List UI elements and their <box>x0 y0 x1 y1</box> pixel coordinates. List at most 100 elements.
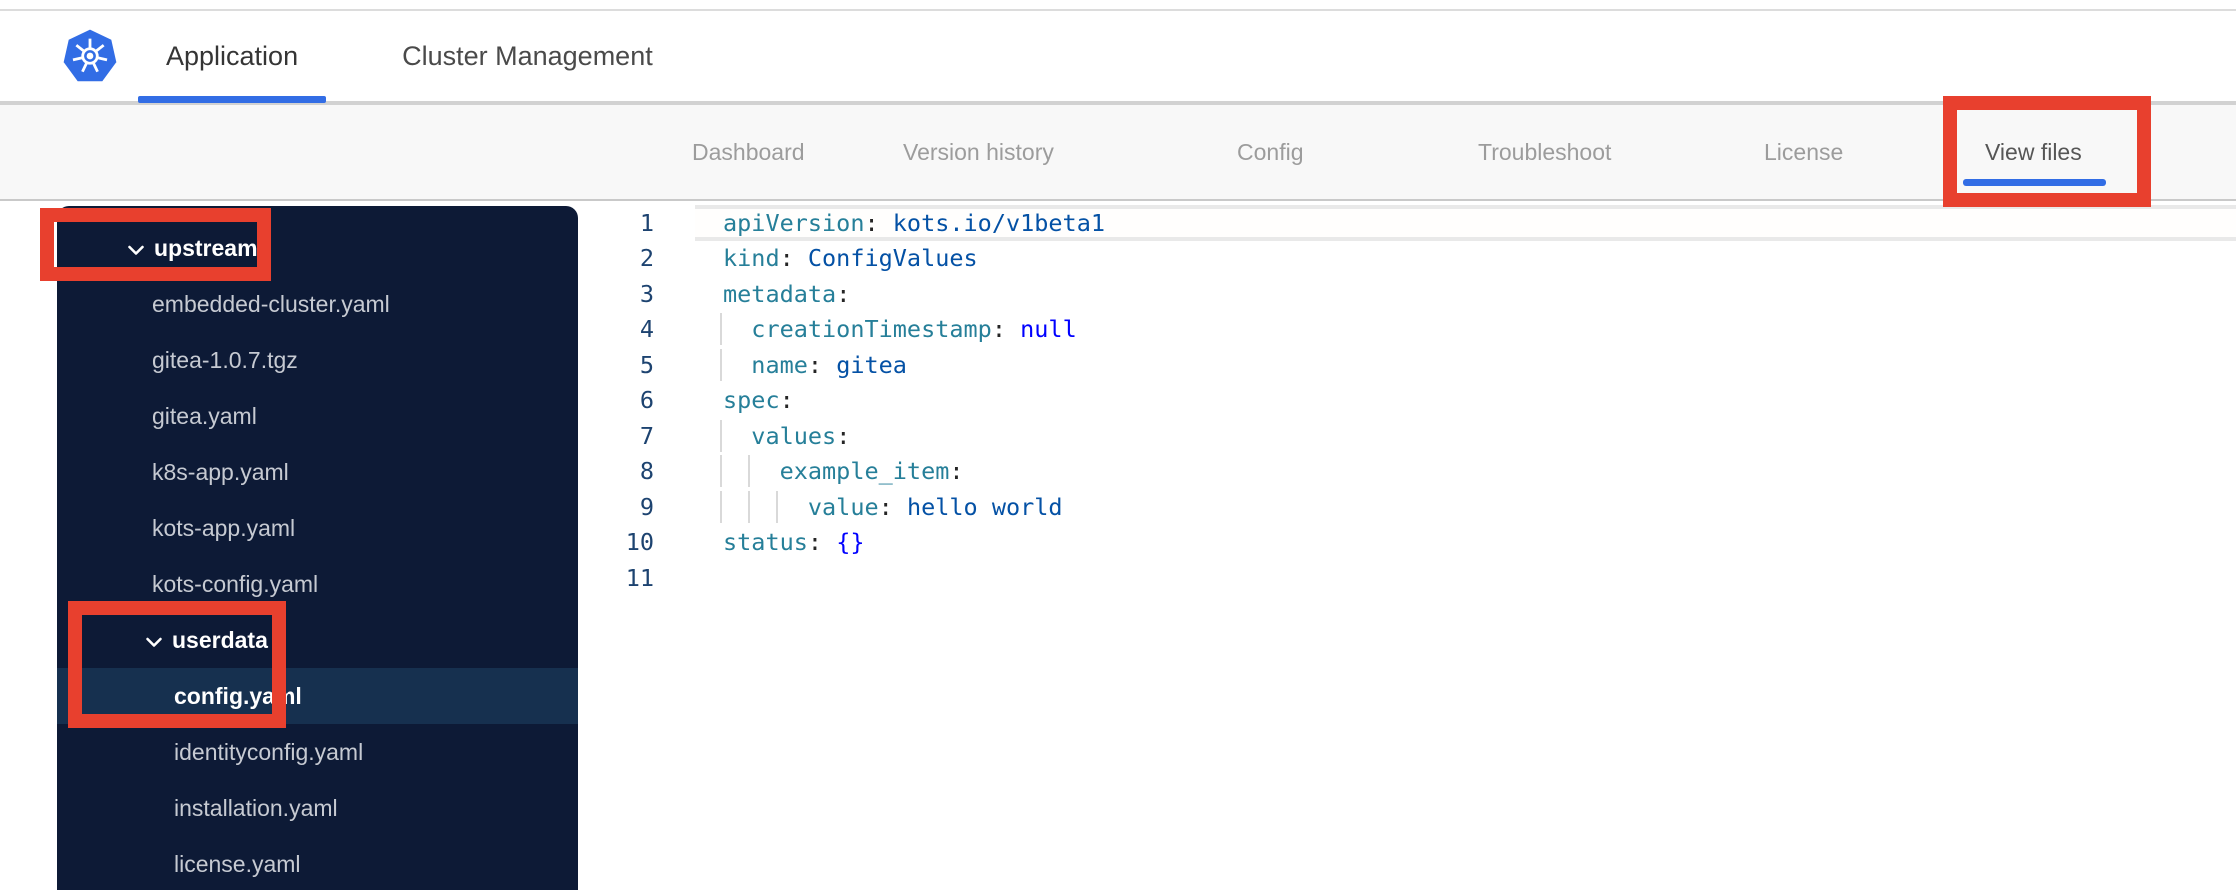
tree-item-userdata[interactable]: userdata <box>57 612 578 668</box>
code-line-10: 10 status: {} <box>578 525 2236 561</box>
header-tab-label: Cluster Management <box>402 40 653 71</box>
token-pun <box>723 315 751 343</box>
line-number: 7 <box>639 421 654 450</box>
token-pun: : <box>807 350 837 379</box>
token-key: kind <box>723 244 780 273</box>
subnav-tab-view-files[interactable]: View files <box>1963 105 2106 199</box>
line-number: 3 <box>639 279 654 308</box>
header-tab-cluster-management[interactable]: Cluster Management <box>374 11 681 101</box>
token-key: values <box>751 421 837 450</box>
line-content: value: hello world <box>695 490 2236 523</box>
kubernetes-logo-svg <box>63 29 117 82</box>
tree-item-kots-config.yaml[interactable]: kots-config.yaml <box>57 556 578 612</box>
line-content: kind: ConfigValues <box>695 244 2236 272</box>
indent-guide <box>748 455 751 488</box>
token-key: example_item <box>779 457 950 486</box>
line-content: spec: <box>695 386 2236 414</box>
yaml-editor[interactable]: 1 apiVersion: kots.io/v1beta1 2 kind: Confi… <box>578 205 2236 890</box>
code-line-2: 2 kind: ConfigValues <box>578 241 2236 277</box>
token-pun: : <box>779 244 808 273</box>
subnav-tab-troubleshoot[interactable]: Troubleshoot <box>1478 105 1611 199</box>
indent-guide <box>720 455 722 488</box>
token-pun: : <box>779 386 794 415</box>
tree-item-identityconfig.yaml[interactable]: identityconfig.yaml <box>57 724 578 780</box>
line-number: 11 <box>625 563 654 592</box>
indent-guide <box>776 490 779 523</box>
indent-guide <box>748 490 751 523</box>
file-label: k8s-app.yaml <box>152 458 289 485</box>
line-content: creationTimestamp: null <box>695 313 2236 346</box>
header-tab-application[interactable]: Application <box>138 11 327 103</box>
line-number: 1 <box>639 208 654 237</box>
subnav-tab-dashboard[interactable]: Dashboard <box>692 105 805 199</box>
tree-item-kots-app.yaml[interactable]: kots-app.yaml <box>57 500 578 556</box>
folder-label: userdata <box>172 626 268 653</box>
tree-item-config.yaml[interactable]: config.yaml <box>57 668 578 724</box>
subnav-tab-label: Version history <box>903 138 1054 165</box>
kots-admin-console: Application Cluster Management Dashboard V… <box>0 0 2236 890</box>
folder-label: upstream <box>154 234 258 261</box>
indent-guide <box>720 490 722 523</box>
subnav-tab-license[interactable]: License <box>1764 105 1843 199</box>
subnav-tab-label: License <box>1764 138 1844 165</box>
header-tab-label: Application <box>166 40 299 71</box>
file-label: gitea.yaml <box>152 402 257 429</box>
app-header: Application Cluster Management <box>0 11 2236 103</box>
file-label: identityconfig.yaml <box>174 738 364 765</box>
file-tree-sidebar: upstream embedded-cluster.yaml gitea-1.0.7… <box>57 206 578 890</box>
chevron-down-icon <box>145 636 163 648</box>
file-label: gitea-1.0.7.tgz <box>152 346 298 373</box>
subnav-tab-version-history[interactable]: Version history <box>903 105 1054 199</box>
token-key: spec <box>723 386 780 415</box>
code-line-5: 5 name: gitea <box>578 347 2236 383</box>
token-kw: null <box>1020 315 1077 344</box>
token-key: apiVersion <box>723 208 865 237</box>
file-label: installation.yaml <box>174 794 338 821</box>
token-key: creationTimestamp <box>751 315 992 344</box>
token-pun: : <box>807 528 837 557</box>
tree-item-license.yaml[interactable]: license.yaml <box>57 836 578 890</box>
token-val: gitea <box>836 350 907 379</box>
file-label: kots-app.yaml <box>152 514 296 541</box>
chevron-down-icon <box>127 244 145 256</box>
file-label: kots-config.yaml <box>152 570 319 597</box>
token-pun <box>723 422 751 450</box>
line-number: 6 <box>639 386 654 415</box>
code-line-4: 4 creationTimestamp: null <box>578 312 2236 348</box>
code-line-7: 7 values: <box>578 418 2236 454</box>
file-label: config.yaml <box>174 682 302 709</box>
tree-item-gitea-1.0.7.tgz[interactable]: gitea-1.0.7.tgz <box>57 332 578 388</box>
token-kw: {} <box>836 528 865 557</box>
token-pun <box>723 457 780 485</box>
token-val: hello world <box>906 492 1063 521</box>
code-line-9: 9 value: hello world <box>578 489 2236 525</box>
line-number: 2 <box>639 244 654 273</box>
tree-item-installation.yaml[interactable]: installation.yaml <box>57 780 578 836</box>
subnav-tab-label: Troubleshoot <box>1478 138 1612 165</box>
line-number: 10 <box>625 528 654 557</box>
kubernetes-logo-icon[interactable] <box>62 28 118 84</box>
tree-item-upstream[interactable]: upstream <box>57 220 578 276</box>
line-content: example_item: <box>695 455 2236 488</box>
token-pun <box>723 351 751 379</box>
token-key: name <box>751 350 808 379</box>
indent-guide <box>720 419 722 452</box>
tree-item-k8s-app.yaml[interactable]: k8s-app.yaml <box>57 444 578 500</box>
line-number: 9 <box>639 492 654 521</box>
tree-item-embedded-cluster.yaml[interactable]: embedded-cluster.yaml <box>57 276 578 332</box>
file-label: embedded-cluster.yaml <box>152 290 390 317</box>
line-number: 5 <box>639 350 654 379</box>
line-number: 4 <box>639 315 654 344</box>
line-content: values: <box>695 419 2236 452</box>
code-line-1: 1 apiVersion: kots.io/v1beta1 <box>578 205 2236 241</box>
token-pun: : <box>991 315 1021 344</box>
tree-item-gitea.yaml[interactable]: gitea.yaml <box>57 388 578 444</box>
subnav-tab-config[interactable]: Config <box>1237 105 1303 199</box>
token-pun <box>723 493 808 521</box>
app-subnav: Dashboard Version history Config Troublesho… <box>0 103 2236 201</box>
code-line-11: 11 <box>578 560 2236 596</box>
header-tabs: Application Cluster Management <box>138 11 681 103</box>
token-pun: : <box>836 421 851 450</box>
line-content: name: gitea <box>695 348 2236 381</box>
token-pun: : <box>836 279 851 308</box>
